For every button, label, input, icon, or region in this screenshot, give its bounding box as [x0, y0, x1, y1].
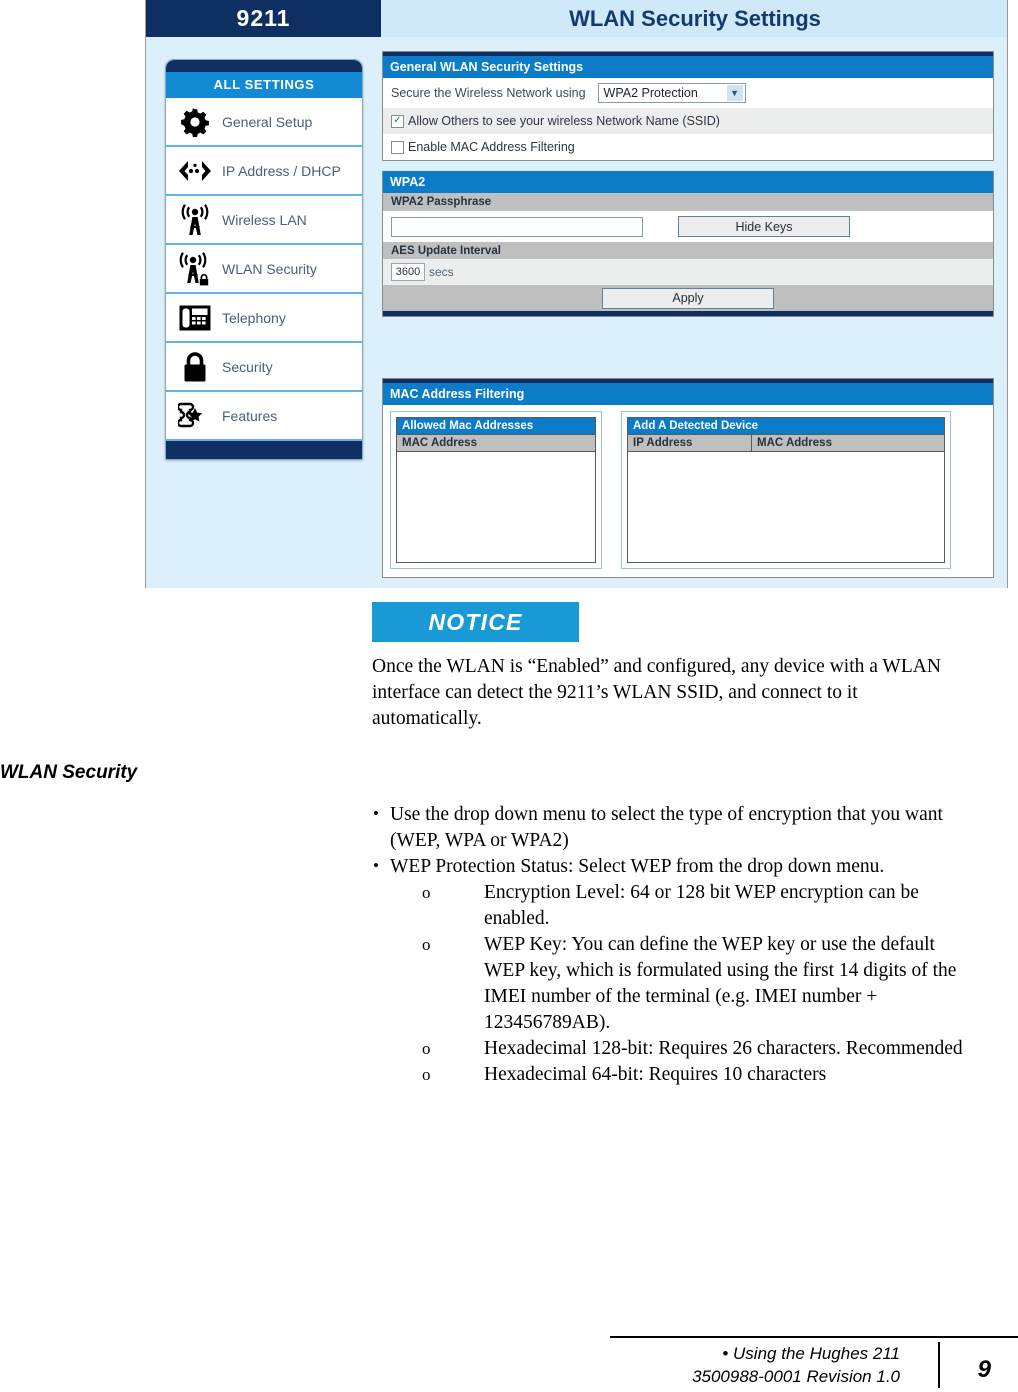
- antenna-lock-icon: [174, 250, 216, 288]
- sidebar-item-label: WLAN Security: [222, 260, 317, 277]
- allowed-mac-table-title: Allowed Mac Addresses: [397, 418, 595, 434]
- sidebar-item-telephony[interactable]: Telephony: [166, 294, 362, 343]
- bullet-item: Use the drop down menu to select the typ…: [372, 801, 972, 854]
- puzzle-star-icon: [174, 397, 216, 435]
- footer-line-2: 3500988-0001 Revision 1.0: [692, 1367, 900, 1386]
- network-arrows-icon: [174, 152, 216, 190]
- aes-interval-row: 3600 secs: [383, 259, 993, 285]
- detected-device-table-body[interactable]: [628, 452, 944, 562]
- sidebar-item-features[interactable]: Features: [166, 392, 362, 441]
- sidebar-item-label: General Setup: [222, 113, 313, 130]
- encryption-type-select[interactable]: WPA2 Protection ▼: [597, 83, 746, 103]
- mac-filtering-row: Enable MAC Address Filtering: [383, 134, 993, 160]
- bullet-item: WEP Protection Status: Select WEP from t…: [372, 853, 972, 880]
- telephone-icon: [174, 299, 216, 337]
- footer-document-info: • Using the Hughes 211 3500988-0001 Revi…: [692, 1342, 900, 1388]
- sub-bullet-list: Encryption Level: 64 or 128 bit WEP encr…: [372, 880, 972, 1088]
- window-title: WLAN Security Settings: [381, 0, 1007, 37]
- sidebar-item-label: IP Address / DHCP: [222, 162, 341, 179]
- chevron-down-icon: ▼: [726, 85, 743, 101]
- screenshot-titlebar: WLAN Security Settings 9211: [146, 0, 1007, 37]
- enable-mac-filtering-checkbox-row[interactable]: Enable MAC Address Filtering: [391, 140, 575, 154]
- apply-button[interactable]: Apply: [602, 287, 774, 309]
- sidebar-top-cap: [166, 60, 362, 72]
- sub-bullet-item: Encryption Level: 64 or 128 bit WEP encr…: [422, 880, 972, 932]
- wpa2-passphrase-input[interactable]: [391, 216, 643, 237]
- notice-body-text: Once the WLAN is “Enabled” and configure…: [372, 656, 941, 729]
- panel-bottom-rule: [383, 311, 993, 316]
- apply-row: Apply: [383, 285, 993, 311]
- hide-keys-button[interactable]: Hide Keys: [678, 216, 850, 237]
- notice-badge: NOTICE: [372, 602, 579, 642]
- allowed-mac-addresses-table: Allowed Mac Addresses MAC Address: [396, 417, 596, 563]
- footer-line-1: • Using the Hughes 211: [722, 1344, 900, 1363]
- page-number: 9: [977, 1356, 991, 1383]
- wpa2-passphrase-row: Hide Keys: [383, 211, 993, 242]
- column-header-mac-address: MAC Address: [402, 437, 477, 449]
- secure-network-row: Secure the Wireless Network using WPA2 P…: [383, 78, 993, 108]
- detected-device-container: Add A Detected Device IP Address MAC Add…: [621, 411, 951, 569]
- detected-device-table-title: Add A Detected Device: [628, 418, 944, 434]
- enable-mac-filtering-label: Enable MAC Address Filtering: [408, 140, 575, 154]
- sub-bullet-item: Hexadecimal 128-bit: Requires 26 charact…: [422, 1036, 972, 1062]
- aes-update-interval-label: AES Update Interval: [383, 242, 993, 259]
- allowed-mac-table-columns: MAC Address: [397, 434, 595, 452]
- mac-panel-header: MAC Address Filtering: [383, 383, 993, 405]
- allow-ssid-checkbox-row[interactable]: ✓ Allow Others to see your wireless Netw…: [391, 114, 720, 128]
- antenna-icon: [174, 201, 216, 239]
- detected-device-table: Add A Detected Device IP Address MAC Add…: [627, 417, 945, 563]
- general-panel-header: General WLAN Security Settings: [383, 56, 993, 78]
- encryption-type-value: WPA2 Protection: [603, 86, 698, 100]
- footer-divider: [938, 1342, 940, 1388]
- detected-device-table-columns: IP Address MAC Address: [628, 434, 944, 452]
- secure-network-label: Secure the Wireless Network using: [391, 86, 586, 100]
- wpa2-passphrase-label: WPA2 Passphrase: [383, 193, 993, 211]
- sidebar-header: ALL SETTINGS: [166, 72, 362, 98]
- wpa2-panel-header: WPA2: [383, 171, 993, 193]
- sidebar-item-general-setup[interactable]: General Setup: [166, 98, 362, 147]
- embedded-screenshot: WLAN Security Settings 9211 ALL SETTINGS…: [145, 0, 1008, 588]
- page-footer: • Using the Hughes 211 3500988-0001 Revi…: [0, 1336, 1018, 1392]
- footer-rule: [610, 1336, 1018, 1338]
- allow-ssid-label: Allow Others to see your wireless Networ…: [408, 114, 720, 128]
- allowed-mac-addresses-container: Allowed Mac Addresses MAC Address: [390, 411, 602, 569]
- aes-interval-input[interactable]: 3600: [391, 263, 425, 281]
- sidebar-item-label: Wireless LAN: [222, 211, 307, 228]
- gear-icon: [174, 103, 216, 141]
- sidebar-item-security[interactable]: Security: [166, 343, 362, 392]
- sidebar-item-wlan-security[interactable]: WLAN Security: [166, 245, 362, 294]
- ssid-broadcast-row: ✓ Allow Others to see your wireless Netw…: [383, 108, 993, 134]
- sidebar-item-ip-address-dhcp[interactable]: IP Address / DHCP: [166, 147, 362, 196]
- enable-mac-filtering-checkbox[interactable]: [391, 140, 404, 154]
- column-header-mac-address: MAC Address: [757, 437, 832, 449]
- sub-bullet-item: Hexadecimal 64-bit: Requires 10 characte…: [422, 1062, 972, 1088]
- mac-tables-container: Allowed Mac Addresses MAC Address Add A …: [383, 405, 993, 569]
- mac-address-filtering-panel: MAC Address Filtering Allowed Mac Addres…: [382, 378, 994, 578]
- general-wlan-security-panel: General WLAN Security Settings Secure th…: [382, 51, 994, 161]
- allowed-mac-table-body[interactable]: [397, 452, 595, 562]
- sub-bullet-item: WEP Key: You can define the WEP key or u…: [422, 932, 972, 1036]
- device-model-tab: 9211: [146, 0, 381, 37]
- sidebar-item-label: Telephony: [222, 309, 286, 326]
- section-heading-wlan-security: WLAN Security: [0, 762, 138, 783]
- section-bullet-list: Use the drop down menu to select the typ…: [372, 801, 972, 1088]
- sidebar-bottom-cap: [166, 441, 362, 459]
- allow-ssid-checkbox[interactable]: ✓: [391, 114, 404, 128]
- sidebar-item-wireless-lan[interactable]: Wireless LAN: [166, 196, 362, 245]
- sidebar-item-label: Security: [222, 358, 273, 375]
- sidebar-item-label: Features: [222, 407, 278, 424]
- wpa2-panel: WPA2 WPA2 Passphrase Hide Keys AES Updat…: [382, 171, 994, 317]
- settings-sidebar: ALL SETTINGS General Setup IP Address / …: [165, 59, 363, 460]
- aes-interval-unit: secs: [429, 265, 454, 279]
- screenshot-content: ALL SETTINGS General Setup IP Address / …: [146, 37, 1007, 588]
- padlock-icon: [174, 348, 216, 386]
- column-header-ip-address: IP Address: [628, 435, 752, 451]
